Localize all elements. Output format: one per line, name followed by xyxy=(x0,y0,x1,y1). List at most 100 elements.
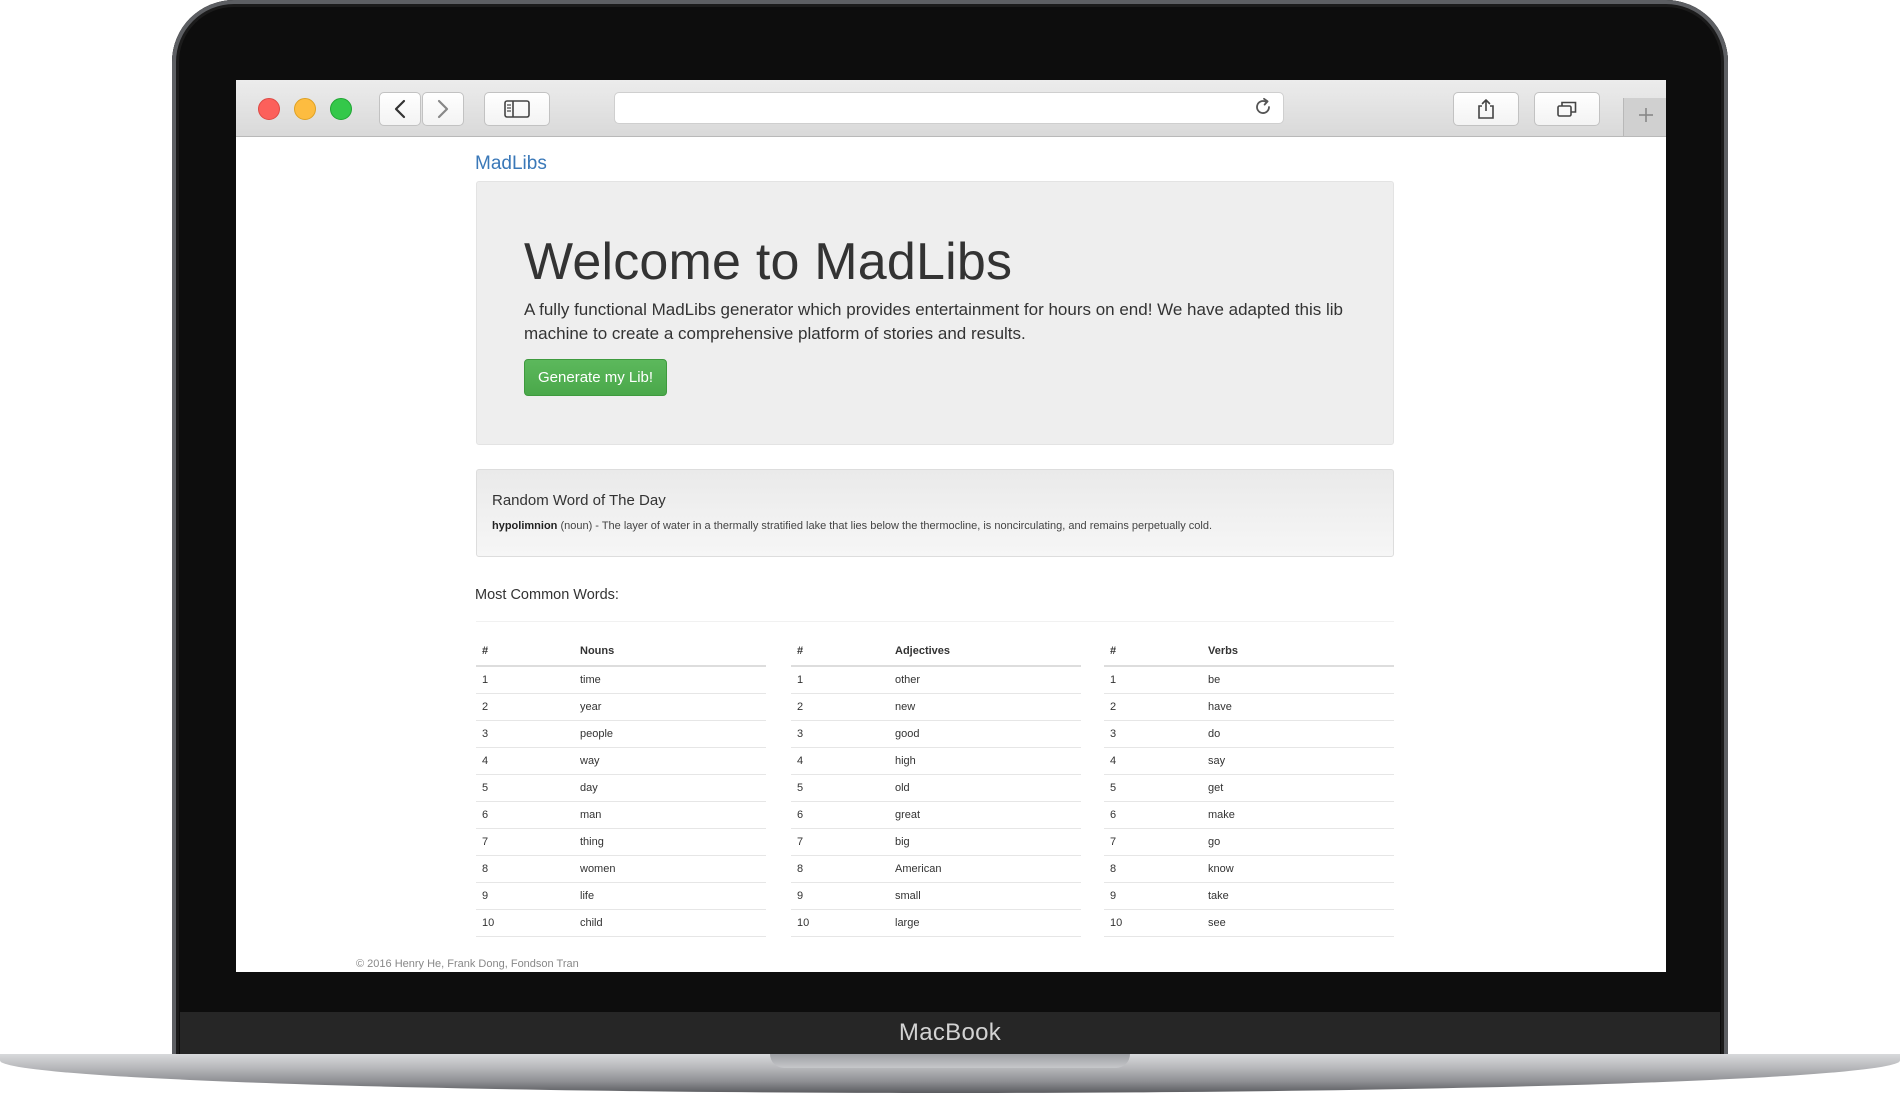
word-cell: time xyxy=(574,666,766,694)
word-cell: American xyxy=(889,855,1081,883)
table-row: 10 large xyxy=(791,909,1081,937)
word-column-header: Nouns xyxy=(574,637,766,667)
table-row: 10 see xyxy=(1104,909,1394,937)
rank-cell: 9 xyxy=(1104,882,1202,910)
word-cell: thing xyxy=(574,828,766,856)
zoom-window-button[interactable] xyxy=(330,98,352,120)
close-window-button[interactable] xyxy=(258,98,280,120)
table-row: 4 say xyxy=(1104,747,1394,775)
table-row: 7 go xyxy=(1104,828,1394,856)
rank-cell: 10 xyxy=(791,909,889,937)
word-cell: other xyxy=(889,666,1081,694)
word-cell: new xyxy=(889,693,1081,721)
back-button[interactable] xyxy=(379,92,421,126)
table-header-row: # Verbs xyxy=(1104,637,1394,667)
word-cell: way xyxy=(574,747,766,775)
minimize-window-button[interactable] xyxy=(294,98,316,120)
table-row: 2 have xyxy=(1104,693,1394,721)
verbs-table: # Verbs 1 be 2 have 3 do 4 say 5 get 6 make 7 go 8 know 9 t… xyxy=(1104,637,1394,937)
word-cell: have xyxy=(1202,693,1394,721)
rank-cell: 5 xyxy=(791,774,889,802)
word-column-header: Verbs xyxy=(1202,637,1394,667)
word-cell: take xyxy=(1202,882,1394,910)
table-row: 5 day xyxy=(476,774,766,802)
forward-button[interactable] xyxy=(422,92,464,126)
word-cell: people xyxy=(574,720,766,748)
table-row: 5 get xyxy=(1104,774,1394,802)
rank-cell: 3 xyxy=(791,720,889,748)
word-cell: high xyxy=(889,747,1081,775)
rank-cell: 2 xyxy=(1104,693,1202,721)
table-row: 3 people xyxy=(476,720,766,748)
word-cell: old xyxy=(889,774,1081,802)
table-row: 10 child xyxy=(476,909,766,937)
sidebar-icon xyxy=(504,100,530,118)
browser-toolbar xyxy=(236,80,1666,137)
rank-cell: 1 xyxy=(1104,666,1202,694)
hero-description: A fully functional MadLibs generator whi… xyxy=(524,300,1344,343)
rank-cell: 5 xyxy=(1104,774,1202,802)
table-row: 7 big xyxy=(791,828,1081,856)
tabs-button[interactable] xyxy=(1534,92,1600,126)
nouns-table: # Nouns 1 time 2 year 3 people 4 way 5 day 6 man 7 thin… xyxy=(476,637,766,937)
rank-cell: 8 xyxy=(1104,855,1202,883)
rank-cell: 10 xyxy=(476,909,574,937)
rank-column-header: # xyxy=(791,637,889,667)
table-row: 1 time xyxy=(476,666,766,694)
table-row: 2 year xyxy=(476,693,766,721)
table-row: 3 do xyxy=(1104,720,1394,748)
rank-cell: 4 xyxy=(1104,747,1202,775)
word-cell: know xyxy=(1202,855,1394,883)
rank-cell: 8 xyxy=(476,855,574,883)
web-page: MadLibs Welcome to MadLibs A fully funct… xyxy=(236,137,1666,972)
reload-icon xyxy=(1253,97,1273,122)
generate-lib-button[interactable]: Generate my Lib! xyxy=(524,359,668,396)
table-row: 7 thing xyxy=(476,828,766,856)
word-of-the-day-title: Random Word of The Day xyxy=(492,492,666,509)
word-cell: child xyxy=(574,909,766,937)
table-row: 9 take xyxy=(1104,882,1394,910)
screen: MadLibs Welcome to MadLibs A fully funct… xyxy=(236,80,1666,972)
device-label: MacBook xyxy=(898,1019,1002,1046)
word-cell: day xyxy=(574,774,766,802)
tabs-icon xyxy=(1556,100,1578,118)
table-header-row: # Nouns xyxy=(476,637,766,667)
address-bar[interactable] xyxy=(614,92,1284,124)
rank-cell: 7 xyxy=(476,828,574,856)
word-cell: be xyxy=(1202,666,1394,694)
plus-icon xyxy=(1637,106,1655,129)
table-row: 5 old xyxy=(791,774,1081,802)
share-button[interactable] xyxy=(1453,92,1519,126)
sidebar-button[interactable] xyxy=(484,92,550,126)
word-cell: year xyxy=(574,693,766,721)
table-row: 8 women xyxy=(476,855,766,883)
reload-button[interactable] xyxy=(1252,97,1274,122)
word-cell: see xyxy=(1202,909,1394,937)
rank-cell: 5 xyxy=(476,774,574,802)
word-cell: man xyxy=(574,801,766,829)
navbar-brand-link[interactable]: MadLibs xyxy=(475,153,547,175)
table-row: 1 other xyxy=(791,666,1081,694)
divider xyxy=(476,621,1394,622)
rank-cell: 9 xyxy=(476,882,574,910)
word-cell: great xyxy=(889,801,1081,829)
rank-cell: 10 xyxy=(1104,909,1202,937)
rank-column-header: # xyxy=(1104,637,1202,667)
table-row: 8 know xyxy=(1104,855,1394,883)
table-row: 6 great xyxy=(791,801,1081,829)
chevron-left-icon xyxy=(393,99,407,119)
word-cell: large xyxy=(889,909,1081,937)
table-row: 6 make xyxy=(1104,801,1394,829)
rank-cell: 8 xyxy=(791,855,889,883)
table-row: 4 way xyxy=(476,747,766,775)
table-row: 4 high xyxy=(791,747,1081,775)
share-icon xyxy=(1476,98,1496,120)
word-cell: do xyxy=(1202,720,1394,748)
word-cell: small xyxy=(889,882,1081,910)
word-cell: go xyxy=(1202,828,1394,856)
chevron-right-icon xyxy=(436,99,450,119)
rank-cell: 7 xyxy=(1104,828,1202,856)
new-tab-button[interactable] xyxy=(1623,98,1666,136)
word-cell: get xyxy=(1202,774,1394,802)
rank-cell: 3 xyxy=(476,720,574,748)
